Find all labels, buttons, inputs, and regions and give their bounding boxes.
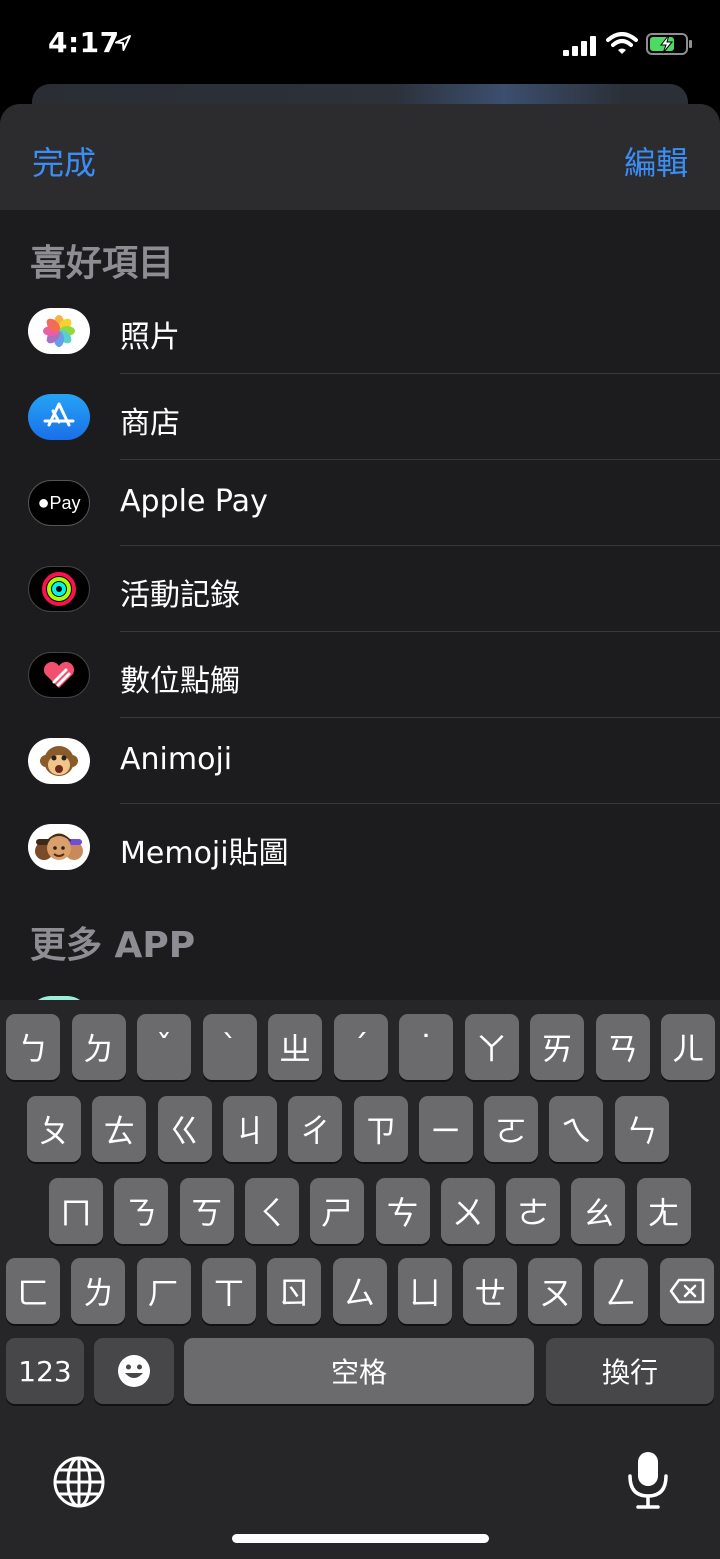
key[interactable]: ㄓ — [268, 1014, 322, 1080]
return-key[interactable]: 換行 — [546, 1338, 714, 1404]
key[interactable]: ㄞ — [530, 1014, 584, 1080]
key[interactable]: ㄌ — [71, 1258, 126, 1324]
key[interactable]: ㄆ — [27, 1096, 81, 1162]
key[interactable]: ㄘ — [375, 1178, 430, 1244]
app-label: Memoji貼圖 — [120, 836, 289, 871]
activity-icon — [28, 566, 90, 612]
key[interactable]: ㄉ — [71, 1014, 126, 1080]
key[interactable]: ㄖ — [267, 1258, 322, 1324]
key[interactable]: ㄚ — [464, 1014, 519, 1080]
key[interactable]: ˙ — [399, 1014, 453, 1080]
key[interactable]: ㄝ — [463, 1258, 518, 1324]
app-label: 商店 — [120, 406, 180, 441]
key[interactable]: ㄍ — [157, 1096, 212, 1162]
key[interactable]: ㄋ — [114, 1178, 169, 1244]
delete-key[interactable] — [660, 1258, 714, 1324]
numbers-key[interactable]: 123 — [6, 1338, 84, 1404]
key[interactable]: ㄔ — [288, 1096, 343, 1162]
emoji-icon — [118, 1355, 150, 1387]
key[interactable]: ㄢ — [595, 1014, 650, 1080]
home-indicator — [232, 1534, 489, 1543]
key[interactable]: ㄏ — [136, 1258, 191, 1324]
wifi-icon — [606, 32, 638, 54]
key[interactable]: ㄩ — [397, 1258, 452, 1324]
zhuyin-keyboard: ㄅㄉ ˇ ˋ ㄓ ˊ ˙ ㄚㄞㄢㄦ ㄆㄊㄍㄐㄔㄗㄧㄛㄟㄣ ㄇㄋㄎㄑㄕㄘㄨㄜㄠㄤ ㄈㄌㄏㄒㄖㄙ… — [0, 1000, 720, 1559]
key[interactable]: ㄥ — [593, 1258, 648, 1324]
key[interactable]: ㄟ — [549, 1096, 604, 1162]
app-store-icon — [28, 394, 90, 440]
key[interactable]: ㄧ — [418, 1096, 473, 1162]
app-label: Apple Pay — [120, 484, 268, 519]
key[interactable]: ㄡ — [528, 1258, 583, 1324]
key[interactable]: ㄎ — [179, 1178, 234, 1244]
key[interactable]: ˋ — [202, 1014, 257, 1080]
app-label: 活動記錄 — [120, 578, 240, 613]
app-label: Animoji — [120, 742, 233, 777]
battery-charging-icon — [646, 33, 692, 55]
microphone-icon[interactable] — [626, 1450, 670, 1510]
status-time: 4:17 — [48, 26, 120, 59]
key[interactable]: ㄇ — [49, 1178, 103, 1244]
key[interactable]: ㄑ — [244, 1178, 299, 1244]
emoji-key[interactable] — [94, 1338, 174, 1404]
favorites-section-title: 喜好項目 — [30, 243, 175, 284]
key[interactable]: ㄗ — [353, 1096, 408, 1162]
key[interactable]: ㄐ — [222, 1096, 277, 1162]
globe-icon[interactable] — [52, 1455, 106, 1509]
app-row-apple-pay[interactable]: ● Pay Apple Pay — [0, 460, 720, 546]
key[interactable]: ˊ — [333, 1014, 388, 1080]
app-row-animoji[interactable]: Animoji — [0, 718, 720, 804]
app-row-activity[interactable]: 活動記錄 — [0, 546, 720, 632]
space-key[interactable]: 空格 — [184, 1338, 534, 1404]
apple-pay-icon: ● Pay — [28, 480, 90, 526]
more-apps-section-title: 更多 APP — [30, 925, 196, 966]
photos-icon — [28, 308, 90, 354]
app-row-digital-touch[interactable]: 數位點觸 — [0, 632, 720, 718]
key[interactable]: ㄒ — [201, 1258, 256, 1324]
key[interactable]: ㄣ — [614, 1096, 669, 1162]
app-row-photos[interactable]: 照片 — [0, 288, 720, 374]
key[interactable]: ㄠ — [571, 1178, 626, 1244]
app-label: 數位點觸 — [120, 664, 240, 699]
done-button[interactable]: 完成 — [32, 138, 96, 184]
status-bar: 4:17 — [0, 0, 720, 84]
key[interactable]: ㄙ — [332, 1258, 387, 1324]
app-row-memoji-stickers[interactable]: Memoji貼圖 — [0, 804, 720, 890]
key[interactable]: ㄅ — [6, 1014, 60, 1080]
backspace-icon — [669, 1278, 705, 1304]
key[interactable]: ㄤ — [636, 1178, 691, 1244]
app-row-store[interactable]: 商店 — [0, 374, 720, 460]
location-arrow-icon — [115, 35, 131, 51]
key[interactable]: ㄛ — [484, 1096, 539, 1162]
key[interactable]: ㄜ — [506, 1178, 561, 1244]
edit-button[interactable]: 編輯 — [624, 138, 688, 184]
key[interactable]: ㄈ — [6, 1258, 60, 1324]
key[interactable]: ㄕ — [310, 1178, 365, 1244]
sheet-header: 完成 編輯 — [0, 104, 720, 210]
cellular-signal-icon — [563, 36, 596, 56]
key[interactable]: ˇ — [137, 1014, 191, 1080]
app-label: 照片 — [120, 320, 180, 355]
animoji-icon — [28, 738, 90, 784]
key[interactable]: ㄨ — [440, 1178, 495, 1244]
memoji-stickers-icon — [28, 824, 90, 870]
key[interactable]: ㄦ — [661, 1014, 715, 1080]
key[interactable]: ㄊ — [92, 1096, 147, 1162]
digital-touch-icon — [28, 652, 90, 698]
